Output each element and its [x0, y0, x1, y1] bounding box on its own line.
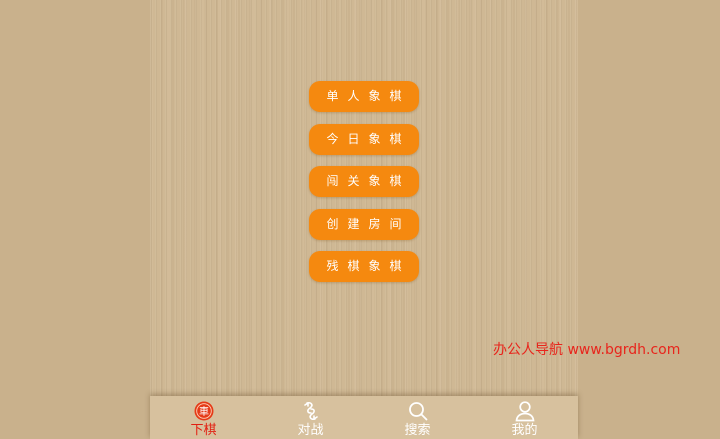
chariot-piece-icon: 車	[193, 400, 215, 422]
chariot-glyph: 車	[199, 405, 209, 418]
tab-profile-label: 我的	[511, 423, 538, 438]
battle-icon	[300, 400, 322, 422]
game-mode-menu: 单人象棋 今日象棋 闯关象棋 创建房间 残棋象棋	[309, 81, 419, 294]
tab-play-label: 下棋	[190, 423, 217, 438]
user-icon	[514, 400, 536, 422]
daily-chess-button[interactable]: 今日象棋	[309, 123, 419, 155]
challenge-chess-button[interactable]: 闯关象棋	[309, 166, 419, 197]
right-backdrop	[578, 0, 720, 439]
tab-play[interactable]: 車 下棋	[150, 396, 257, 439]
bottom-tab-bar: 車 下棋 对战 搜索 我的	[150, 396, 578, 439]
watermark-text: 办公人导航 www.bgrdh.com	[493, 342, 681, 358]
endgame-chess-button[interactable]: 残棋象棋	[309, 251, 419, 282]
left-backdrop	[0, 0, 150, 439]
tab-battle[interactable]: 对战	[257, 396, 364, 439]
tab-profile[interactable]: 我的	[471, 396, 578, 439]
create-room-button[interactable]: 创建房间	[309, 208, 419, 240]
search-icon	[407, 400, 429, 422]
single-player-chess-button[interactable]: 单人象棋	[309, 81, 419, 112]
tab-search-label: 搜索	[404, 423, 431, 438]
tab-search[interactable]: 搜索	[364, 396, 471, 439]
tab-battle-label: 对战	[297, 423, 324, 438]
